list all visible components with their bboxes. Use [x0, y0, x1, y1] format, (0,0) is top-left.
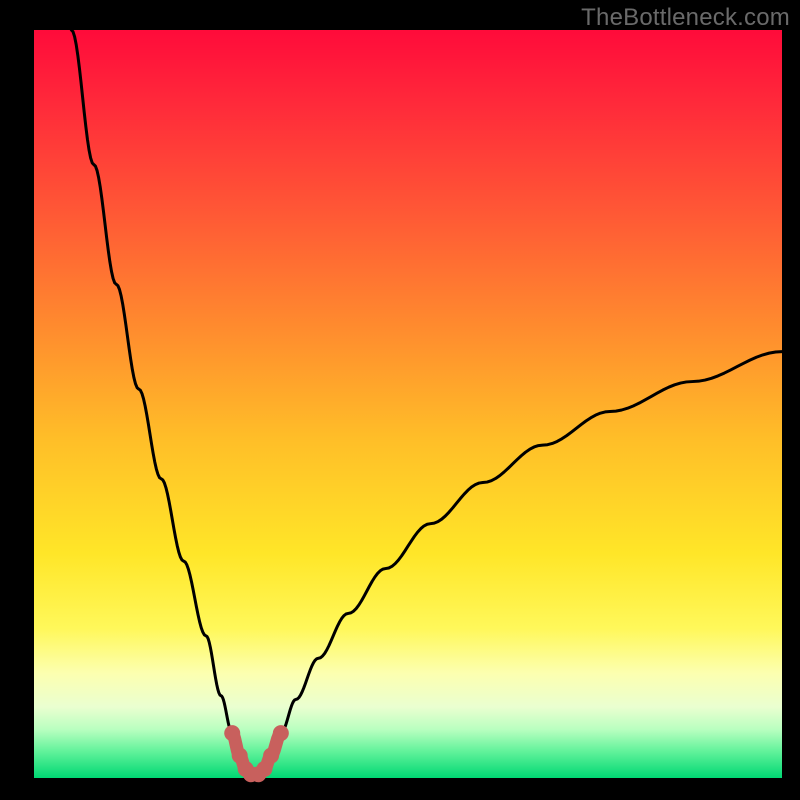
marker-dot [273, 725, 289, 741]
watermark-text: TheBottleneck.com [581, 4, 790, 32]
marker-dot [224, 725, 240, 741]
chart-frame: TheBottleneck.com [0, 0, 800, 800]
bottleneck-chart [0, 0, 800, 800]
marker-dot [263, 748, 279, 764]
